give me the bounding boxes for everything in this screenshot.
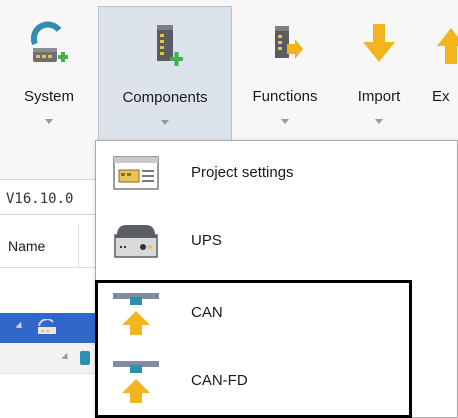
functions-button-label: Functions (252, 88, 318, 105)
system-button[interactable]: System (6, 6, 92, 159)
export-button[interactable]: Ex (428, 6, 458, 159)
export-button-label: Ex (432, 88, 450, 105)
functions-icon (275, 26, 303, 59)
system-add-icon (30, 21, 68, 62)
menu-item-can[interactable]: CAN (96, 281, 416, 345)
menu-item-label: Project settings (191, 164, 294, 181)
can-bus-icon (113, 293, 159, 335)
menu-item-label: CAN-FD (191, 372, 248, 389)
functions-button[interactable]: Functions (236, 6, 334, 159)
components-add-icon (157, 25, 183, 66)
import-arrow-icon (363, 24, 395, 62)
components-dropdown-menu: Project settings UPS CAN CAN-FD (95, 140, 458, 418)
column-divider (78, 224, 79, 268)
import-button[interactable]: Import (340, 6, 418, 159)
menu-item-project-settings[interactable]: Project settings (96, 141, 416, 205)
chevron-down-icon (375, 119, 383, 124)
menu-item-label: UPS (191, 232, 222, 249)
system-node-icon (38, 319, 56, 334)
menu-item-ups[interactable]: UPS (96, 209, 416, 273)
import-button-label: Import (357, 88, 401, 105)
expand-caret-icon[interactable] (15, 321, 25, 332)
chevron-down-icon (45, 119, 53, 124)
name-column-header[interactable]: Name (8, 238, 45, 254)
component-node-icon (80, 351, 90, 365)
project-settings-icon (113, 156, 159, 190)
can-fd-bus-icon (113, 361, 159, 403)
components-button-label: Components (122, 89, 208, 106)
menu-item-label: CAN (191, 304, 223, 321)
export-arrow-icon (437, 28, 458, 64)
chevron-down-icon (281, 119, 289, 124)
chevron-down-icon (161, 120, 169, 125)
system-button-label: System (23, 88, 74, 105)
expand-caret-icon[interactable] (61, 352, 71, 363)
version-label: V16.10.0 (6, 191, 74, 207)
ups-device-icon (114, 225, 158, 258)
components-button[interactable]: Components (98, 6, 232, 159)
menu-item-can-fd[interactable]: CAN-FD (96, 349, 416, 413)
